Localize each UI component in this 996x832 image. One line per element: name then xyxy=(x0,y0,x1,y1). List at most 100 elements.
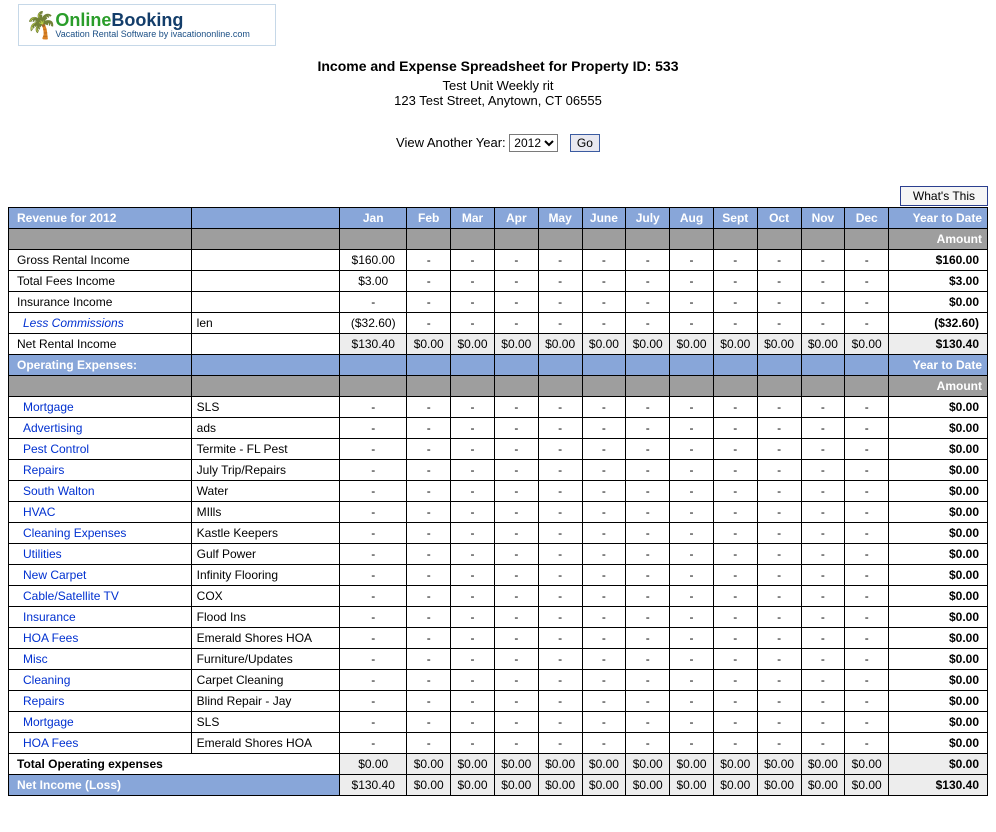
ytd-cell: $0.00 xyxy=(889,544,988,565)
expense-sublabel: Gulf Power xyxy=(191,544,339,565)
whats-this-button[interactable]: What's This xyxy=(900,186,988,206)
month-header: Nov xyxy=(801,208,845,229)
expense-label[interactable]: South Walton xyxy=(9,481,192,502)
cell: $0.00 xyxy=(451,775,495,796)
ytd-cell: $0.00 xyxy=(889,502,988,523)
expense-label[interactable]: Cleaning Expenses xyxy=(9,523,192,544)
cell: - xyxy=(407,628,451,649)
cell: - xyxy=(451,712,495,733)
cell: - xyxy=(538,271,582,292)
cell: - xyxy=(670,523,714,544)
expense-label[interactable]: Mortgage xyxy=(9,397,192,418)
cell: $0.00 xyxy=(538,775,582,796)
cell: - xyxy=(626,271,670,292)
cell: - xyxy=(713,397,757,418)
expense-label[interactable]: HVAC xyxy=(9,502,192,523)
cell: - xyxy=(670,691,714,712)
cell: - xyxy=(801,418,845,439)
cell: - xyxy=(626,397,670,418)
cell: - xyxy=(801,460,845,481)
expense-label[interactable]: Cleaning xyxy=(9,670,192,691)
cell: - xyxy=(538,565,582,586)
expense-label[interactable]: Utilities xyxy=(9,544,192,565)
cell: - xyxy=(538,733,582,754)
cell: - xyxy=(670,607,714,628)
cell: - xyxy=(451,439,495,460)
expense-label[interactable]: New Carpet xyxy=(9,565,192,586)
cell: $3.00 xyxy=(340,271,407,292)
cell: - xyxy=(670,586,714,607)
expense-label[interactable]: Cable/Satellite TV xyxy=(9,586,192,607)
go-button[interactable]: Go xyxy=(570,134,600,152)
cell: - xyxy=(845,292,889,313)
cell: - xyxy=(582,439,626,460)
year-select[interactable]: 2012 xyxy=(509,134,558,152)
cell: - xyxy=(626,544,670,565)
cell: - xyxy=(713,586,757,607)
expense-sublabel: SLS xyxy=(191,712,339,733)
expense-label[interactable]: Mortgage xyxy=(9,712,192,733)
cell: - xyxy=(801,586,845,607)
cell: - xyxy=(538,313,582,334)
expense-sublabel: July Trip/Repairs xyxy=(191,460,339,481)
cell: - xyxy=(757,628,801,649)
expense-label[interactable]: Pest Control xyxy=(9,439,192,460)
page-title: Income and Expense Spreadsheet for Prope… xyxy=(8,58,988,74)
cell: - xyxy=(451,586,495,607)
cell: - xyxy=(626,565,670,586)
cell: - xyxy=(582,607,626,628)
cell: - xyxy=(451,523,495,544)
cell: - xyxy=(494,250,538,271)
cell: - xyxy=(801,565,845,586)
cell: - xyxy=(451,460,495,481)
cell: - xyxy=(407,670,451,691)
cell: - xyxy=(582,250,626,271)
ytd-cell: $0.00 xyxy=(889,670,988,691)
cell: - xyxy=(494,418,538,439)
cell: - xyxy=(494,649,538,670)
cell: - xyxy=(582,418,626,439)
ytd-cell: $0.00 xyxy=(889,586,988,607)
cell: - xyxy=(407,460,451,481)
cell: $0.00 xyxy=(670,334,714,355)
cell: $130.40 xyxy=(340,334,407,355)
cell: - xyxy=(582,397,626,418)
expense-sublabel: Furniture/Updates xyxy=(191,649,339,670)
cell: $0.00 xyxy=(582,754,626,775)
cell: - xyxy=(538,292,582,313)
cell: - xyxy=(626,628,670,649)
expense-label[interactable]: HOA Fees xyxy=(9,733,192,754)
expense-sublabel: MIlls xyxy=(191,502,339,523)
cell: - xyxy=(626,586,670,607)
cell: - xyxy=(626,733,670,754)
cell: $130.40 xyxy=(340,775,407,796)
cell: - xyxy=(340,439,407,460)
expense-sublabel: Carpet Cleaning xyxy=(191,670,339,691)
page-unit: Test Unit Weekly rit xyxy=(8,78,988,93)
cell: - xyxy=(845,397,889,418)
cell: - xyxy=(582,313,626,334)
row-label[interactable]: Less Commissions xyxy=(9,313,192,334)
cell: - xyxy=(757,292,801,313)
expense-label[interactable]: Repairs xyxy=(9,691,192,712)
cell: - xyxy=(670,313,714,334)
cell: - xyxy=(407,418,451,439)
expense-label[interactable]: Misc xyxy=(9,649,192,670)
expense-label[interactable]: Repairs xyxy=(9,460,192,481)
expense-label[interactable]: Advertising xyxy=(9,418,192,439)
cell: - xyxy=(845,313,889,334)
cell: - xyxy=(538,628,582,649)
expense-sublabel: Emerald Shores HOA xyxy=(191,628,339,649)
expense-sublabel: Termite - FL Pest xyxy=(191,439,339,460)
month-header: Dec xyxy=(845,208,889,229)
cell: $0.00 xyxy=(670,754,714,775)
page-title-block: Income and Expense Spreadsheet for Prope… xyxy=(8,58,988,108)
cell: - xyxy=(757,670,801,691)
expense-label[interactable]: HOA Fees xyxy=(9,628,192,649)
logo-online: Online xyxy=(55,10,111,30)
cell: - xyxy=(801,250,845,271)
cell: $0.00 xyxy=(407,775,451,796)
row-sublabel: len xyxy=(191,313,339,334)
cell: - xyxy=(494,523,538,544)
expense-label[interactable]: Insurance xyxy=(9,607,192,628)
